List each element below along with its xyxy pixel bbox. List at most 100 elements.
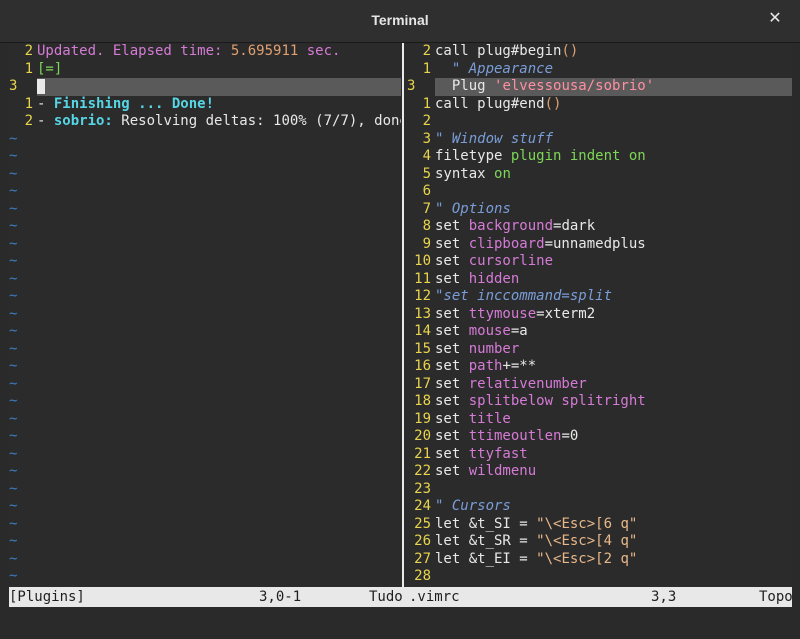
code-token: =dark [553, 218, 596, 234]
code-token: set [435, 305, 469, 322]
code-token: set [435, 463, 469, 479]
right-pane-line[interactable]: 17 set relativenumber [407, 376, 792, 394]
empty-buffer-tilde: ~ [9, 480, 18, 497]
right-pane-line[interactable]: 18 set splitbelow splitright [407, 393, 792, 411]
right-scroll-position: Topo [759, 589, 793, 605]
right-pane-line[interactable]: 3 Plug 'elvessousa/sobrio' [407, 78, 792, 96]
empty-buffer-tilde: ~ [9, 375, 18, 392]
empty-buffer-tilde: ~ [9, 130, 18, 147]
code-token: cursorline [468, 253, 554, 269]
right-pane-line[interactable]: 1 call plug#end() [407, 96, 792, 114]
code-token: filetype [435, 148, 511, 164]
right-pane-line[interactable]: 9 set clipboard=unnamedplus [407, 236, 792, 254]
code-token: ttimeoutlen [468, 428, 562, 444]
line-number: 4 [422, 148, 431, 164]
right-pane-line[interactable]: 16 set path+=** [407, 358, 792, 376]
line-number: 14 [414, 323, 431, 339]
right-pane-line[interactable]: 13 set ttymouse=xterm2 [407, 306, 792, 324]
code-token: set [435, 323, 469, 339]
right-split-vimrc[interactable]: 2 call plug#begin() 1 " Appearance 3 Plug '… [407, 43, 792, 587]
right-pane-line[interactable]: 21 set ttyfast [407, 446, 792, 464]
code-token: - [37, 95, 54, 112]
code-token: ttyfast [468, 445, 528, 462]
right-pane-line[interactable]: 28 [407, 568, 792, 586]
right-pane-line[interactable]: 8 set background=dark [407, 218, 792, 236]
code-token: let &t_EI = [435, 550, 537, 567]
left-buffer-name: [Plugins] [9, 589, 85, 605]
window-title: Terminal [371, 12, 429, 28]
status-line: [Plugins] 3,0-1 Tudo .vimrc 3,3 Topo [9, 587, 793, 607]
terminal-area[interactable]: 2 Updated. Elapsed time: 5.695911 sec. 1 [=… [9, 43, 793, 609]
right-pane-line[interactable]: 3 " Window stuff [407, 131, 792, 149]
line-number: 17 [414, 375, 431, 392]
close-icon[interactable]: ✕ [766, 10, 784, 28]
right-pane-line[interactable]: 15 set number [407, 341, 792, 359]
command-line[interactable] [0, 609, 800, 639]
code-token: let &t_SI = [435, 515, 537, 532]
code-token: splitbelow splitright [468, 393, 646, 409]
line-number: 28 [414, 568, 431, 584]
right-pane-line[interactable]: 12 "set inccommand=split [407, 288, 792, 306]
line-number: 27 [414, 550, 431, 567]
line-number: 3 [422, 130, 431, 147]
empty-buffer-tilde: ~ [9, 463, 18, 479]
code-token: set [435, 375, 469, 392]
code-token: " Options [435, 200, 511, 217]
right-pane-line[interactable]: 26 let &t_SR = "\<Esc>[4 q" [407, 533, 792, 551]
right-pane-line[interactable]: 11 set hidden [407, 271, 792, 289]
code-token: wildmenu [468, 463, 537, 479]
line-number: 20 [414, 428, 431, 444]
line-number: 11 [414, 270, 431, 287]
code-token: sec. [298, 43, 341, 59]
right-pane-line[interactable]: 25 let &t_SI = "\<Esc>[6 q" [407, 516, 792, 534]
code-token: on [494, 165, 511, 182]
code-token: mouse [468, 323, 511, 339]
right-pane-line[interactable]: 1 " Appearance [407, 61, 792, 79]
code-token: "\<Esc>[4 q" [536, 533, 638, 549]
empty-buffer-tilde: ~ [9, 235, 18, 252]
code-token: set [435, 218, 469, 234]
left-pane-line[interactable]: 3 [9, 78, 401, 96]
code-token: Plug [435, 78, 495, 94]
right-pane-line[interactable]: 2 call plug#begin() [407, 43, 792, 61]
right-pane-line[interactable]: 4 filetype plugin indent on [407, 148, 792, 166]
empty-buffer-tilde: ~ [9, 533, 18, 549]
left-split-plugins[interactable]: 2 Updated. Elapsed time: 5.695911 sec. 1 [=… [9, 43, 401, 587]
line-number: 25 [414, 515, 431, 532]
code-token: set [435, 253, 469, 269]
code-token: background [468, 218, 554, 234]
code-token: plugin indent on [510, 148, 646, 164]
line-number: 5 [422, 165, 431, 182]
code-token: syntax [435, 165, 495, 182]
right-pane-line[interactable]: 2 [407, 113, 792, 131]
empty-buffer-tilde: ~ [9, 148, 18, 164]
right-pane-line[interactable]: 7 " Options [407, 201, 792, 219]
right-pane-line[interactable]: 24 " Cursors [407, 498, 792, 516]
right-pane-line[interactable]: 10 set cursorline [407, 253, 792, 271]
line-number: 1 [422, 60, 431, 77]
line-number: 13 [414, 305, 431, 322]
right-pane-line[interactable]: 14 set mouse=a [407, 323, 792, 341]
right-pane-line[interactable]: 6 [407, 183, 792, 201]
empty-buffer-tilde: ~ [9, 305, 18, 322]
right-pane-line[interactable]: 22 set wildmenu [407, 463, 792, 481]
line-number: 3 [9, 78, 37, 96]
code-token: [=] [37, 60, 63, 77]
empty-buffer-tilde: ~ [9, 410, 18, 427]
left-pane-line[interactable]: 2- sobrio: Resolving deltas: 100% (7/7),… [9, 113, 401, 131]
code-token: 5.695911 [230, 43, 299, 59]
left-pane-line[interactable]: 1- Finishing ... Done! [9, 96, 401, 114]
right-pane-line[interactable]: 20 set ttimeoutlen=0 [407, 428, 792, 446]
left-pane-line[interactable]: 1 [=] [9, 61, 401, 79]
right-pane-line[interactable]: 23 [407, 481, 792, 499]
empty-buffer-tilde: ~ [9, 323, 18, 339]
code-token: Updated. Elapsed time: [37, 43, 231, 59]
code-token: 'elvessousa/sobrio' [494, 78, 655, 94]
line-number: 9 [422, 235, 431, 252]
right-pane-line[interactable]: 5 syntax on [407, 166, 792, 184]
empty-buffer-tilde: ~ [9, 445, 18, 462]
left-pane-line[interactable]: 2 Updated. Elapsed time: 5.695911 sec. [9, 43, 401, 61]
right-pane-line[interactable]: 27 let &t_EI = "\<Esc>[2 q" [407, 551, 792, 569]
code-token: set [435, 358, 469, 374]
right-pane-line[interactable]: 19 set title [407, 411, 792, 429]
